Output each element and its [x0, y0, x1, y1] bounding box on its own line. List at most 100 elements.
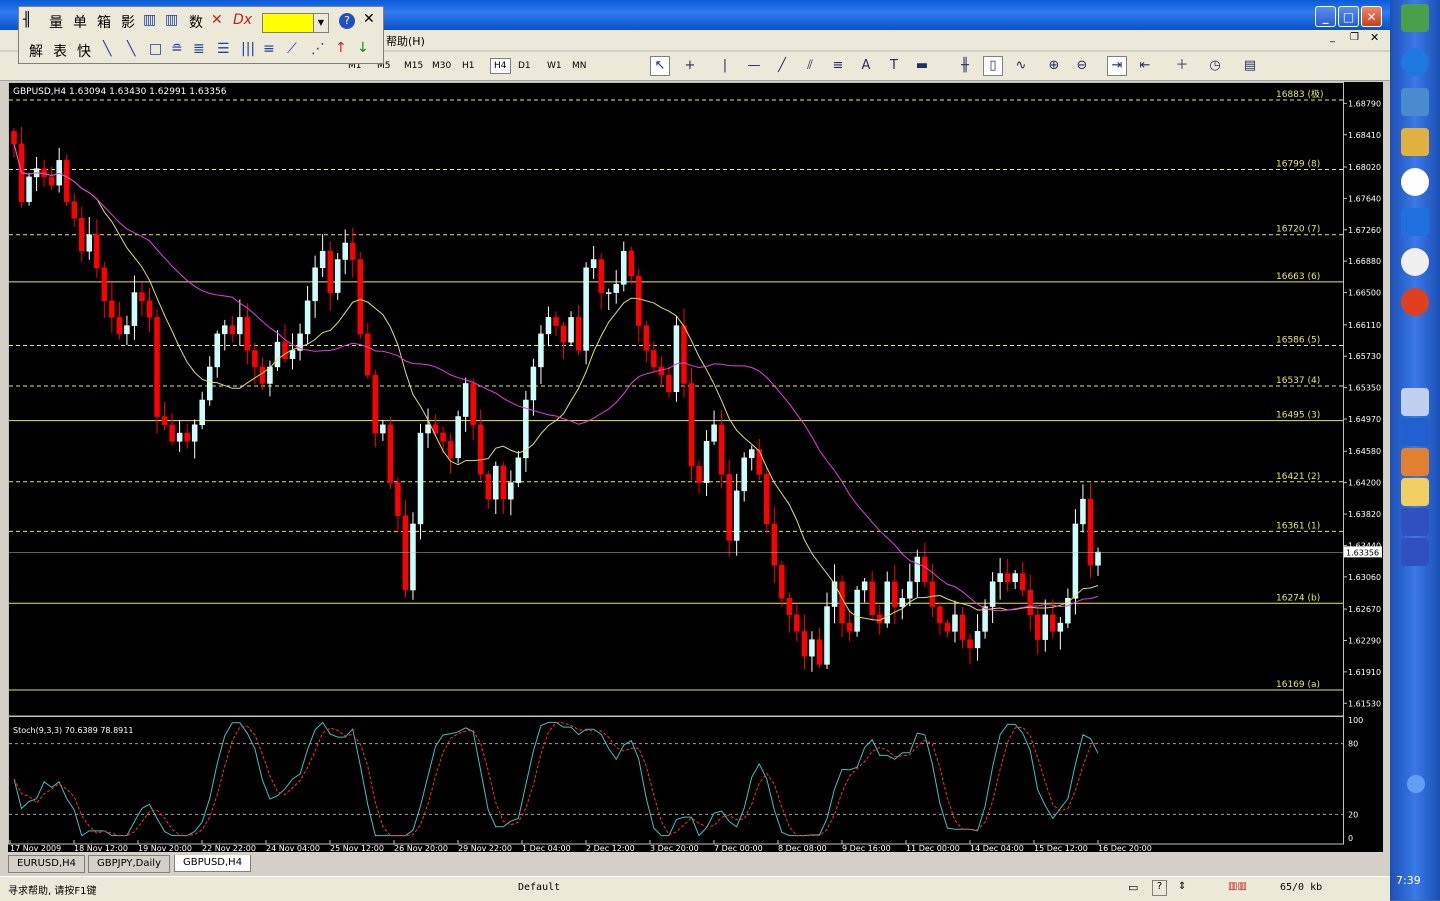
candle-body[interactable]: [628, 251, 635, 277]
horizontal-line-icon[interactable]: —: [744, 56, 764, 76]
candle-body[interactable]: [831, 581, 838, 607]
candle-body[interactable]: [146, 300, 153, 318]
fb-tool-2[interactable]: 单: [73, 12, 87, 32]
candle-body[interactable]: [764, 474, 770, 525]
help-icon[interactable]: ?: [339, 13, 355, 29]
candle-body[interactable]: [1012, 573, 1018, 583]
candle-body[interactable]: [711, 424, 717, 442]
candle-body[interactable]: [1072, 523, 1079, 599]
z-icon[interactable]: [1401, 208, 1429, 236]
candle-body[interactable]: [1095, 551, 1101, 566]
candle-body[interactable]: [696, 465, 702, 483]
candle-body[interactable]: [1042, 614, 1049, 640]
app-icon[interactable]: [1401, 168, 1429, 196]
candle-body[interactable]: [109, 300, 115, 318]
equidistant-channel-icon[interactable]: ⫽: [800, 56, 820, 76]
candle-body[interactable]: [48, 176, 55, 186]
fib2-tool-icon[interactable]: ≣: [193, 41, 205, 57]
candle-body[interactable]: [229, 325, 236, 335]
candle-body[interactable]: [342, 242, 348, 260]
zoom-out-icon[interactable]: ⊖: [1072, 56, 1092, 76]
candle-body[interactable]: [718, 424, 725, 475]
candle-body[interactable]: [237, 317, 243, 335]
candle-body[interactable]: [395, 482, 401, 516]
cursor-arrow-icon[interactable]: ↖: [650, 56, 670, 76]
text-label-icon[interactable]: T: [884, 56, 904, 76]
candle-body[interactable]: [440, 432, 446, 442]
candle-body[interactable]: [605, 292, 612, 294]
bar-chart-icon[interactable]: ╫: [955, 56, 975, 76]
candle-body[interactable]: [922, 556, 928, 583]
candle-body[interactable]: [952, 614, 958, 632]
candle-body[interactable]: [131, 292, 138, 326]
candle-body[interactable]: [372, 374, 379, 434]
candle-body[interactable]: [161, 416, 168, 426]
candle-body[interactable]: [184, 432, 190, 442]
timeframe-h1[interactable]: H1: [462, 61, 475, 71]
trendline-icon[interactable]: ╱: [772, 56, 792, 76]
tab-gbpusd[interactable]: GBPUSD,H4: [174, 855, 252, 872]
candle-body[interactable]: [417, 432, 424, 525]
close-button[interactable]: ✕: [1361, 6, 1382, 27]
candle-body[interactable]: [56, 160, 62, 186]
child-minimize-icon[interactable]: _: [1330, 32, 1335, 43]
candle-body[interactable]: [79, 217, 85, 252]
candlestick-icon[interactable]: ▯: [983, 56, 1003, 76]
fib-tool-icon[interactable]: ≘: [171, 41, 183, 57]
gann-tool-icon[interactable]: ⟋: [287, 41, 297, 57]
candle-body[interactable]: [86, 234, 93, 252]
candle-body[interactable]: [350, 242, 356, 260]
candle-body[interactable]: [222, 325, 228, 335]
candle-body[interactable]: [636, 275, 642, 326]
candle-body[interactable]: [989, 581, 996, 607]
fan-tool-icon[interactable]: ⋰: [311, 41, 325, 57]
fb-tool-3[interactable]: 箱: [97, 12, 111, 32]
autoscroll-icon[interactable]: ⇥: [1107, 56, 1127, 76]
qq-icon[interactable]: [1401, 248, 1429, 276]
child-close-icon[interactable]: ✕: [1370, 31, 1379, 44]
price-chart[interactable]: GBPUSD,H4 1.63094 1.63430 1.62991 1.6335…: [8, 82, 1383, 853]
arrow-up-icon[interactable]: ↑: [335, 40, 347, 56]
candle-body[interactable]: [809, 639, 815, 657]
candle-body[interactable]: [688, 383, 695, 467]
candle-body[interactable]: [726, 474, 732, 541]
candle-body[interactable]: [1050, 614, 1056, 632]
candle-body[interactable]: [94, 234, 100, 269]
tab-gbpjpy[interactable]: GBPJPY,Daily: [88, 855, 170, 873]
candle-body[interactable]: [741, 457, 747, 492]
tab-eurusd[interactable]: EURUSD,H4: [8, 855, 86, 873]
candle-body[interactable]: [568, 317, 574, 343]
candle-body[interactable]: [402, 515, 409, 591]
zoom-in-icon[interactable]: ⊕: [1044, 56, 1064, 76]
candle-body[interactable]: [530, 366, 537, 401]
candle-body[interactable]: [651, 350, 657, 368]
timeframe-m15[interactable]: M15: [404, 61, 423, 71]
candle-body[interactable]: [154, 317, 160, 417]
candle-body[interactable]: [365, 333, 371, 376]
candle-body[interactable]: [643, 325, 650, 351]
candle-body[interactable]: [425, 424, 431, 434]
text-icon[interactable]: A: [856, 56, 876, 76]
candle-body[interactable]: [41, 168, 47, 178]
candle-body[interactable]: [666, 374, 672, 392]
candle-body[interactable]: [244, 317, 251, 351]
candle-body[interactable]: [538, 333, 544, 368]
word2-icon[interactable]: [1401, 538, 1429, 566]
candle-body[interactable]: [997, 573, 1003, 583]
color-dropdown-icon[interactable]: ▼: [313, 13, 329, 33]
crosshair-icon[interactable]: +: [680, 56, 700, 76]
fb-tool-6[interactable]: 解: [29, 41, 43, 61]
browser-icon[interactable]: [1401, 288, 1429, 316]
fb-tool-5[interactable]: 数: [189, 12, 203, 32]
candle-body[interactable]: [621, 251, 627, 285]
candle-body[interactable]: [101, 267, 108, 302]
candle-body[interactable]: [462, 383, 469, 417]
child-restore-icon[interactable]: ❐: [1350, 32, 1359, 43]
chart-area[interactable]: GBPUSD,H4 1.63094 1.63430 1.62991 1.6335…: [8, 82, 1383, 853]
candle-body[interactable]: [824, 606, 830, 665]
candle-body[interactable]: [493, 465, 499, 500]
candle-body[interactable]: [658, 366, 665, 376]
candle-body[interactable]: [786, 598, 793, 616]
candle-body[interactable]: [816, 639, 823, 665]
menu-help[interactable]: 帮助(H): [386, 33, 425, 49]
